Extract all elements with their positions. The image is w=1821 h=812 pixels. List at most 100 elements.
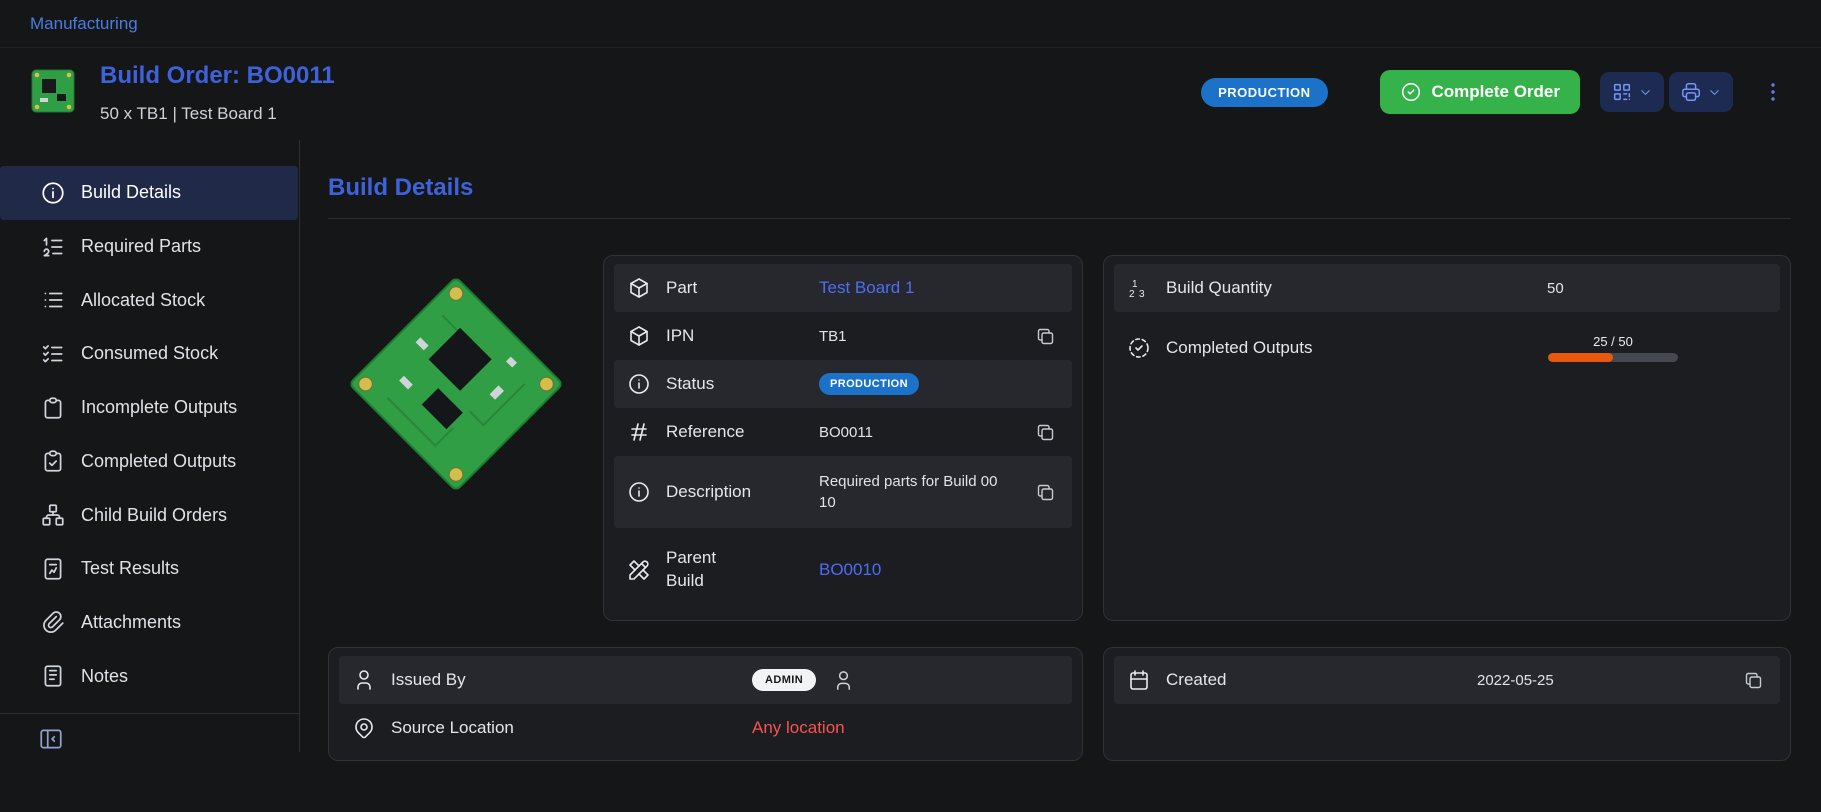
copy-reference-button[interactable]: [1032, 419, 1059, 446]
sidebar-item-consumed-stock[interactable]: Consumed Stock: [0, 327, 298, 381]
copy-icon: [1743, 670, 1764, 691]
circle-check-icon: [1400, 81, 1422, 103]
chevron-down-icon: [1707, 85, 1722, 100]
clipboard-icon: [40, 395, 66, 421]
status-badge-small: PRODUCTION: [819, 373, 919, 395]
detail-label-parent-build: Parent Build: [666, 547, 732, 593]
sidebar-item-label: Consumed Stock: [81, 343, 218, 364]
sidebar-item-label: Incomplete Outputs: [81, 397, 237, 418]
part-link[interactable]: Test Board 1: [819, 278, 914, 298]
header-actions: PRODUCTION Complete Order: [1201, 70, 1791, 114]
source-location-label: Source Location: [391, 718, 514, 738]
build-quantity-card: 1 2 3 Build Quantity 50 Completed Output…: [1103, 255, 1791, 621]
package-icon: [627, 324, 651, 348]
progress-bar: [1548, 353, 1678, 362]
list-icon: [40, 287, 66, 313]
info-circle-icon: [627, 480, 651, 504]
quantity-row-completed-outputs: Completed Outputs 25 / 50: [1114, 312, 1780, 384]
more-actions-button[interactable]: [1755, 74, 1791, 110]
numbers-123-icon: 1 2 3: [1127, 276, 1151, 300]
chevron-down-icon: [1638, 85, 1653, 100]
list-numbers-icon: [40, 234, 66, 260]
build-quantity-label: Build Quantity: [1166, 278, 1272, 298]
complete-order-button[interactable]: Complete Order: [1380, 70, 1580, 114]
breadcrumb-manufacturing[interactable]: Manufacturing: [30, 14, 138, 34]
pcb-thumbnail-image: [26, 64, 80, 118]
parent-build-link[interactable]: BO0010: [819, 560, 881, 580]
clipboard-check-icon: [40, 448, 66, 474]
user-icon: [832, 669, 855, 692]
qrcode-icon: [1611, 81, 1633, 103]
info-circle-icon: [627, 372, 651, 396]
user-icon: [352, 668, 376, 692]
barcode-actions-button[interactable]: [1600, 72, 1664, 112]
sidebar-item-notes[interactable]: Notes: [0, 649, 298, 703]
sidebar-item-label: Test Results: [81, 558, 179, 579]
created-row: Created 2022-05-25: [1114, 656, 1780, 704]
tools-icon: [627, 558, 651, 582]
created-label: Created: [1166, 670, 1226, 690]
copy-icon: [1035, 326, 1056, 347]
copy-description-button[interactable]: [1032, 479, 1059, 506]
reference-value: BO0011: [819, 424, 873, 441]
pcb-image: [330, 258, 582, 510]
progress-check-icon: [1127, 336, 1151, 360]
sidebar-item-label: Attachments: [81, 612, 181, 633]
sidebar-collapse-icon: [38, 726, 64, 752]
copy-icon: [1035, 422, 1056, 443]
sidebar-item-required-parts[interactable]: Required Parts: [0, 220, 298, 274]
quantity-row-build-quantity: 1 2 3 Build Quantity 50: [1114, 264, 1780, 312]
copy-ipn-button[interactable]: [1032, 323, 1059, 350]
map-pin-icon: [352, 716, 376, 740]
list-check-icon: [40, 341, 66, 367]
heading-divider: [328, 218, 1791, 219]
copy-created-button[interactable]: [1740, 667, 1767, 694]
package-icon: [627, 276, 651, 300]
issued-card: Issued By ADMIN Source Location Any loca…: [328, 647, 1083, 761]
progress-label: 25 / 50: [1593, 334, 1633, 349]
detail-label-status: Status: [666, 374, 714, 394]
detail-row-parent-build: Parent Build BO0010: [614, 528, 1072, 612]
calendar-icon: [1127, 668, 1151, 692]
status-badge: PRODUCTION: [1201, 78, 1327, 107]
dots-vertical-icon: [1761, 80, 1785, 104]
sidebar-item-completed-outputs[interactable]: Completed Outputs: [0, 435, 298, 489]
paperclip-icon: [40, 609, 66, 635]
sitemap-icon: [40, 502, 66, 528]
sidebar: Build Details Required Parts Allocated S…: [0, 140, 300, 752]
sidebar-item-label: Child Build Orders: [81, 505, 227, 526]
issued-by-label: Issued By: [391, 670, 466, 690]
complete-order-label: Complete Order: [1432, 82, 1560, 102]
print-actions-button[interactable]: [1669, 72, 1733, 112]
sidebar-item-test-results[interactable]: Test Results: [0, 542, 298, 596]
detail-row-ipn: IPN TB1: [614, 312, 1072, 360]
sidebar-item-attachments[interactable]: Attachments: [0, 596, 298, 650]
sidebar-item-child-build-orders[interactable]: Child Build Orders: [0, 488, 298, 542]
collapse-sidebar-button[interactable]: [0, 714, 64, 752]
detail-label-description: Description: [666, 482, 751, 502]
issued-by-badge: ADMIN: [752, 669, 816, 691]
sidebar-item-incomplete-outputs[interactable]: Incomplete Outputs: [0, 381, 298, 435]
part-image[interactable]: [328, 255, 583, 513]
progress-bar-fill: [1548, 353, 1613, 362]
hash-icon: [627, 420, 651, 444]
svg-text:2: 2: [1129, 289, 1135, 300]
info-circle-icon: [40, 180, 66, 206]
detail-label-reference: Reference: [666, 422, 744, 442]
section-heading: Build Details: [328, 174, 1791, 202]
description-value: Required parts for Build 0010: [819, 461, 999, 523]
part-thumbnail[interactable]: [26, 64, 80, 118]
created-value: 2022-05-25: [1477, 672, 1554, 689]
issued-by-row: Issued By ADMIN: [339, 656, 1072, 704]
source-location-value: Any location: [752, 718, 845, 738]
breadcrumb: Manufacturing: [0, 0, 1821, 48]
sidebar-item-build-details[interactable]: Build Details: [0, 166, 298, 220]
detail-row-reference: Reference BO0011: [614, 408, 1072, 456]
sidebar-item-allocated-stock[interactable]: Allocated Stock: [0, 273, 298, 327]
page-subtitle: 50 x TB1 | Test Board 1: [100, 104, 335, 124]
detail-label-part: Part: [666, 278, 697, 298]
detail-label-ipn: IPN: [666, 326, 694, 346]
detail-row-status: Status PRODUCTION: [614, 360, 1072, 408]
ipn-value: TB1: [819, 328, 847, 345]
detail-row-description: Description Required parts for Build 001…: [614, 456, 1072, 528]
